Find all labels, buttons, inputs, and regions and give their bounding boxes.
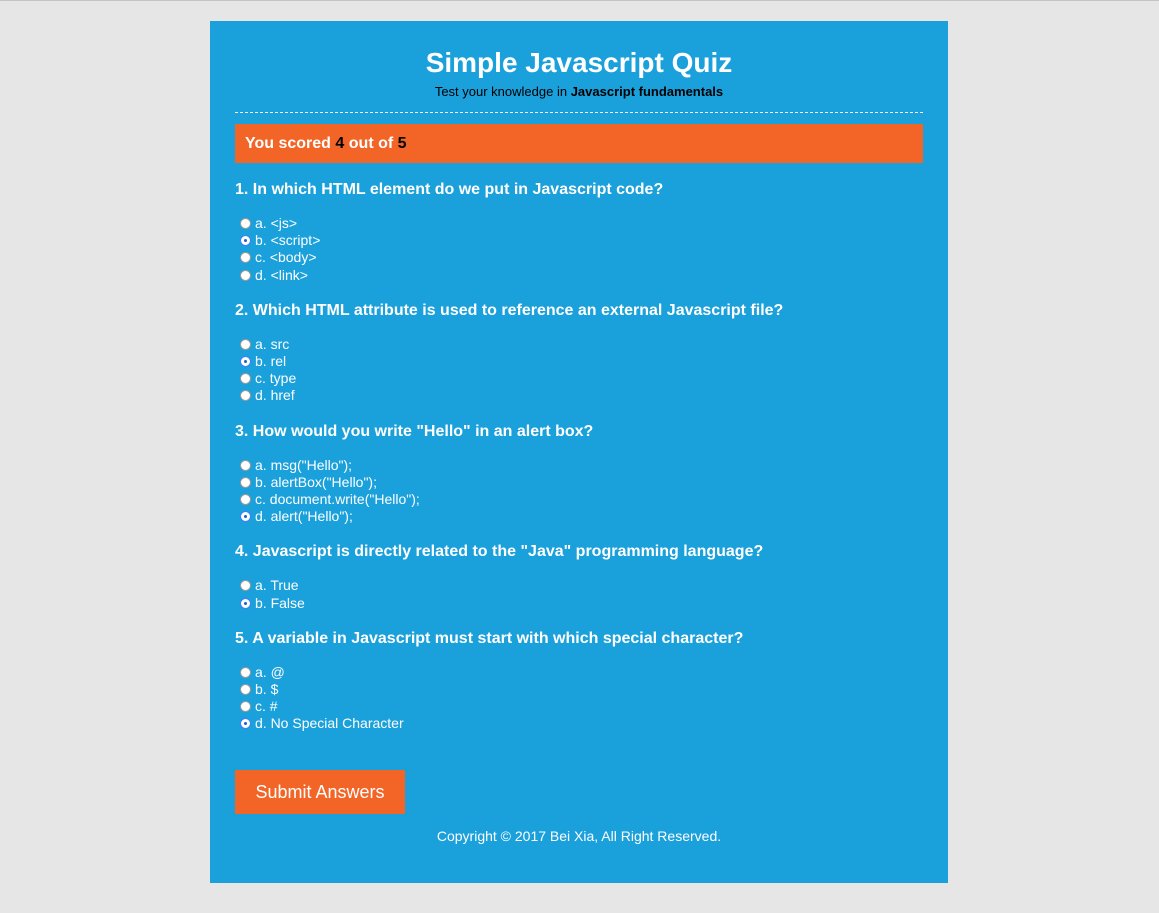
answer-option[interactable]: c. <body> xyxy=(235,249,923,266)
answer-option[interactable]: b. <script> xyxy=(235,232,923,249)
question-4: 4. Javascript is directly related to the… xyxy=(235,543,923,611)
radio-button[interactable] xyxy=(240,218,251,230)
radio-button[interactable] xyxy=(240,373,251,385)
radio-button[interactable] xyxy=(240,390,251,402)
answer-option[interactable]: d. No Special Character xyxy=(235,715,923,732)
answer-option[interactable]: b. $ xyxy=(235,681,923,698)
answer-option[interactable]: d. href xyxy=(235,387,923,404)
question-list: 1. In which HTML element do we put in Ja… xyxy=(235,181,923,732)
option-label[interactable]: d. <link> xyxy=(255,267,308,284)
footer-copyright: Copyright © 2017 Bei Xia, All Right Rese… xyxy=(436,828,722,844)
radio-button[interactable] xyxy=(240,356,251,368)
answer-option[interactable]: a. msg("Hello"); xyxy=(235,457,923,474)
answer-options: a. <js> b. <script> c. <body> d. <link> xyxy=(235,215,923,284)
submit-answers-button[interactable]: Submit Answers xyxy=(235,770,405,814)
option-label[interactable]: a. True xyxy=(255,577,299,594)
question-2: 2. Which HTML attribute is used to refer… xyxy=(235,302,923,405)
option-label[interactable]: d. alert("Hello"); xyxy=(255,508,353,525)
option-label[interactable]: a. msg("Hello"); xyxy=(255,457,352,474)
radio-button[interactable] xyxy=(240,459,251,471)
score-total: 5 xyxy=(397,135,407,152)
answer-option[interactable]: a. <js> xyxy=(235,215,923,232)
option-label[interactable]: a. src xyxy=(255,336,289,353)
answer-option[interactable]: d. alert("Hello"); xyxy=(235,508,923,525)
page-subtitle: Test your knowledge in Javascript fundam… xyxy=(235,84,923,100)
question-text: 4. Javascript is directly related to the… xyxy=(235,543,764,561)
answer-option[interactable]: a. @ xyxy=(235,664,923,681)
radio-button[interactable] xyxy=(240,718,251,730)
question-text: 2. Which HTML attribute is used to refer… xyxy=(235,301,784,319)
option-label[interactable]: a. @ xyxy=(255,664,285,681)
page-title: Simple Javascript Quiz xyxy=(425,47,733,78)
answer-option[interactable]: d. <link> xyxy=(235,267,923,284)
score-banner: You scored 4 out of 5 xyxy=(235,124,923,163)
radio-button[interactable] xyxy=(240,338,251,350)
radio-button[interactable] xyxy=(240,683,251,695)
subtitle-topic: Javascript fundamentals xyxy=(570,84,724,99)
option-label[interactable]: b. <script> xyxy=(255,232,320,249)
subtitle-text: Test your knowledge in xyxy=(434,84,568,99)
option-label[interactable]: c. # xyxy=(255,698,278,715)
option-label[interactable]: b. $ xyxy=(255,681,278,698)
quiz-header: Simple Javascript Quiz Test your knowled… xyxy=(235,21,923,100)
radio-button[interactable] xyxy=(240,252,251,264)
option-label[interactable]: b. False xyxy=(255,595,305,612)
radio-button[interactable] xyxy=(240,597,251,609)
answer-option[interactable]: a. True xyxy=(235,577,923,594)
option-label[interactable]: d. href xyxy=(255,387,295,404)
option-label[interactable]: b. rel xyxy=(255,353,286,370)
answer-options: a. @ b. $ c. # d. No Special Character xyxy=(235,664,923,733)
option-label[interactable]: b. alertBox("Hello"); xyxy=(255,474,377,491)
answer-option[interactable]: b. False xyxy=(235,594,923,611)
answer-option[interactable]: c. document.write("Hello"); xyxy=(235,491,923,508)
radio-button[interactable] xyxy=(240,235,251,247)
score-middle: out of xyxy=(348,135,394,152)
answer-options: a. True b. False xyxy=(235,577,923,611)
answer-option[interactable]: c. type xyxy=(235,370,923,387)
answer-option[interactable]: b. alertBox("Hello"); xyxy=(235,474,923,491)
option-label[interactable]: a. <js> xyxy=(255,215,297,232)
score-prefix: You scored xyxy=(245,135,331,152)
radio-button[interactable] xyxy=(240,701,251,713)
question-5: 5. A variable in Javascript must start w… xyxy=(235,630,923,733)
answer-options: a. msg("Hello"); b. alertBox("Hello"); c. … xyxy=(235,457,923,526)
option-label[interactable]: c. type xyxy=(255,370,296,387)
question-text: 1. In which HTML element do we put in Ja… xyxy=(235,181,664,198)
radio-button[interactable] xyxy=(240,269,251,281)
answer-options: a. src b. rel c. type d. href xyxy=(235,336,923,405)
radio-button[interactable] xyxy=(240,476,251,488)
radio-button[interactable] xyxy=(240,580,251,592)
top-border xyxy=(0,0,1159,1)
quiz-panel: Simple Javascript Quiz Test your knowled… xyxy=(210,21,948,883)
answer-option[interactable]: a. src xyxy=(235,336,923,353)
header-divider xyxy=(235,112,923,113)
radio-button[interactable] xyxy=(240,493,251,505)
question-3: 3. How would you write "Hello" in an ale… xyxy=(235,423,923,526)
option-label[interactable]: c. <body> xyxy=(255,249,317,266)
option-label[interactable]: c. document.write("Hello"); xyxy=(255,491,420,508)
answer-option[interactable]: b. rel xyxy=(235,353,923,370)
question-text: 3. How would you write "Hello" in an ale… xyxy=(235,422,594,440)
radio-button[interactable] xyxy=(240,511,251,523)
radio-button[interactable] xyxy=(240,666,251,678)
score-value: 4 xyxy=(335,135,345,152)
answer-option[interactable]: c. # xyxy=(235,698,923,715)
question-text: 5. A variable in Javascript must start w… xyxy=(235,629,744,647)
option-label[interactable]: d. No Special Character xyxy=(255,715,404,732)
question-1: 1. In which HTML element do we put in Ja… xyxy=(235,181,923,284)
